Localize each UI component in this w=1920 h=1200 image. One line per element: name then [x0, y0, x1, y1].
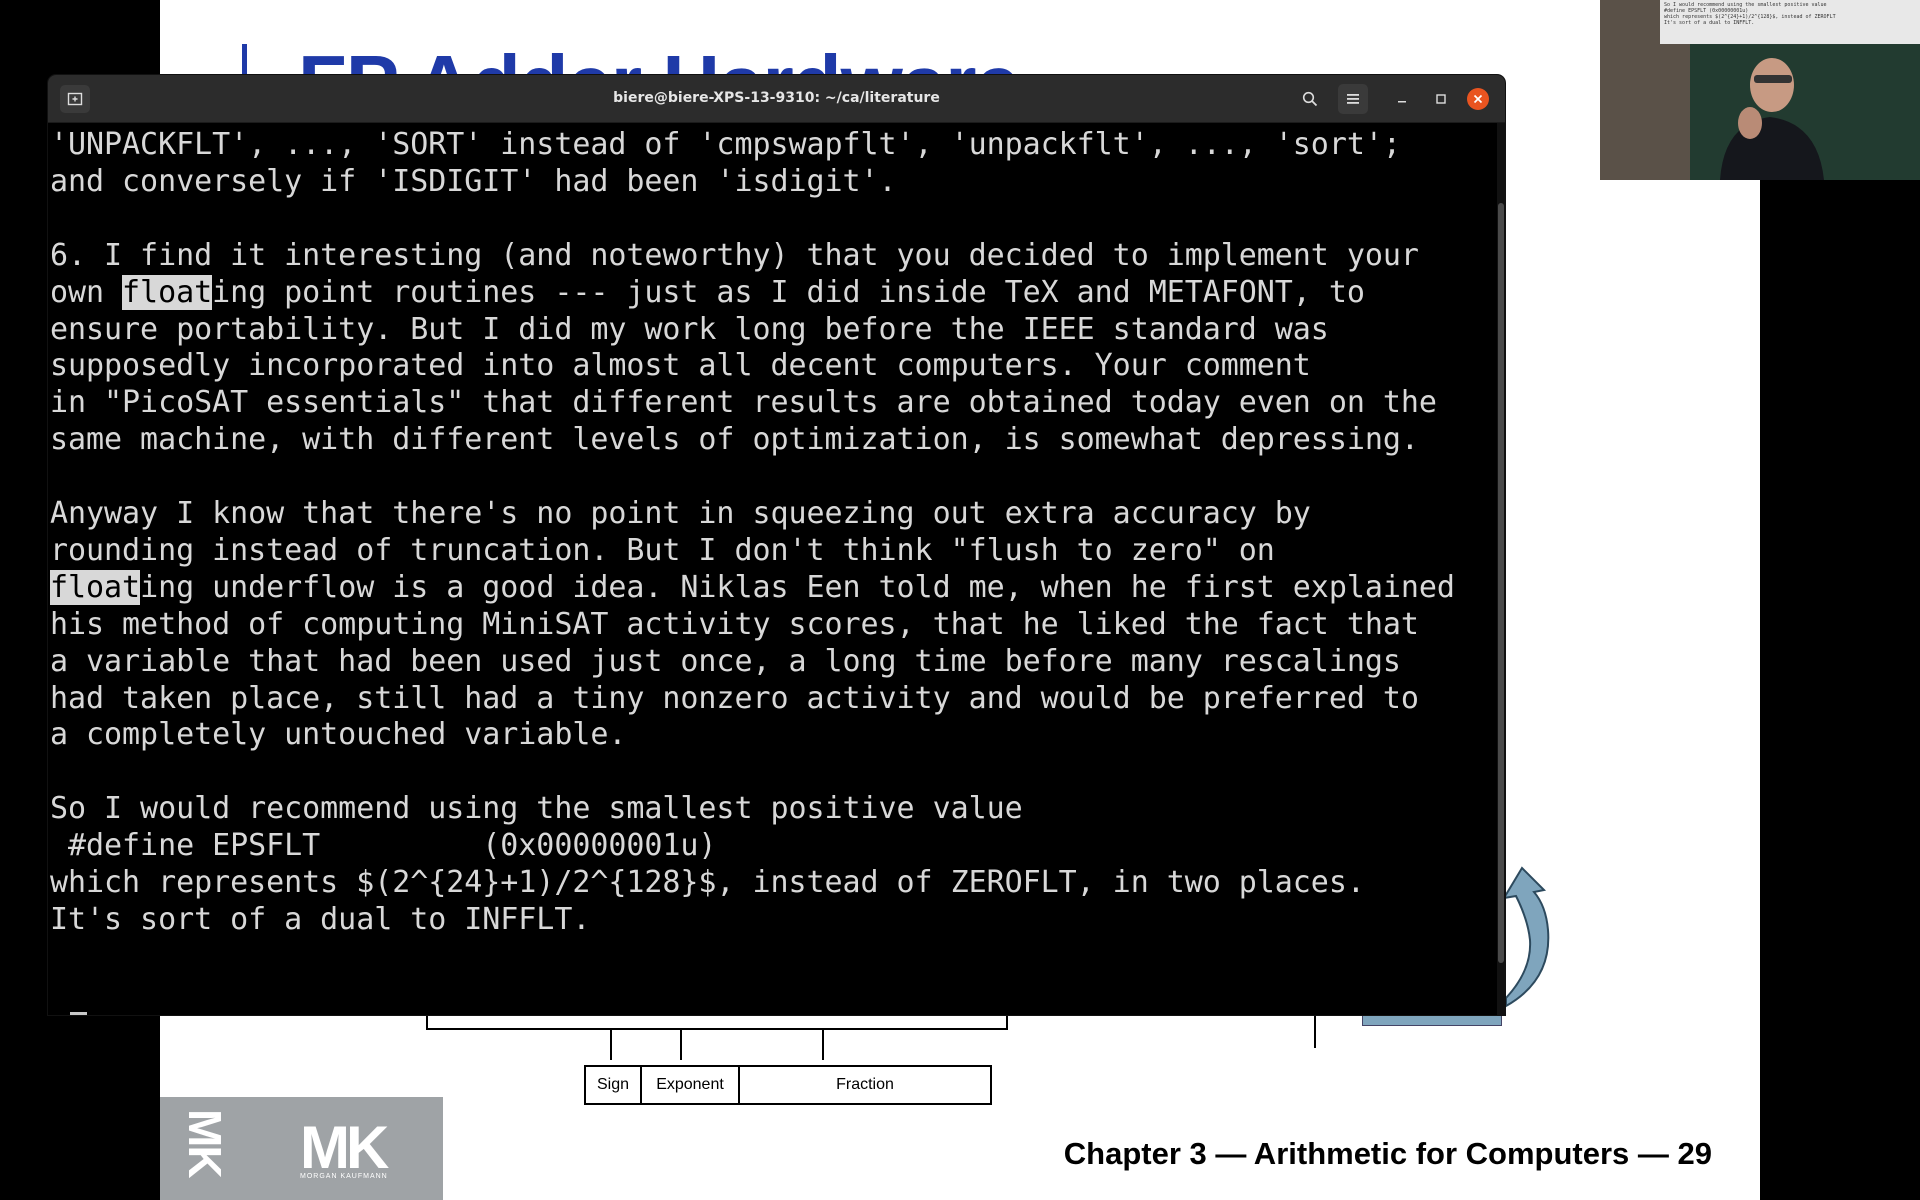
close-icon: [1473, 94, 1483, 104]
line-text: in "PicoSAT essentials" that different r…: [50, 385, 1437, 421]
line-text: It's sort of a dual to INFFLT.: [50, 901, 591, 937]
format-sign-field: Sign: [586, 1067, 642, 1103]
pager-prompt[interactable]: :: [50, 1012, 88, 1015]
window-title: biere@biere-XPS-13-9310: ~/ca/literature: [613, 90, 940, 106]
publisher-name: MORGAN KAUFMANN: [300, 1173, 388, 1180]
terminal-line: #define EPSFLT (0x00000001u): [50, 828, 1505, 865]
terminal-line: It's sort of a dual to INFFLT.: [50, 902, 1505, 939]
terminal-text: 'UNPACKFLT', ..., 'SORT' instead of 'cmp…: [50, 127, 1505, 939]
hamburger-menu-icon: [1347, 94, 1359, 104]
line-text: same machine, with different levels of o…: [50, 422, 1419, 458]
terminal-line: a completely untouched variable.: [50, 717, 1505, 754]
search-icon: [1302, 91, 1318, 107]
terminal-line: same machine, with different levels of o…: [50, 422, 1505, 459]
line-text: So I would recommend using the smallest …: [50, 791, 1023, 827]
terminal-line: which represents $(2^{24}+1)/2^{128}$, i…: [50, 865, 1505, 902]
terminal-line: floating underflow is a good idea. Nikla…: [50, 569, 1505, 607]
line-text: 6. I find it interesting (and noteworthy…: [50, 237, 1419, 273]
slide-footer-chapter: Chapter 3 — Arithmetic for Computers — 2…: [1063, 1136, 1712, 1171]
loop-arrow-icon: [1502, 866, 1550, 1008]
scrollbar-thumb[interactable]: [1498, 203, 1504, 963]
line-text: own: [50, 274, 123, 310]
line-text: #define EPSFLT (0x00000001u): [50, 828, 717, 864]
terminal-line: a variable that had been used just once,…: [50, 644, 1505, 681]
format-exponent-field: Exponent: [642, 1067, 740, 1103]
terminal-line: 6. I find it interesting (and noteworthy…: [50, 238, 1505, 275]
prompt-char: :: [50, 1013, 68, 1015]
close-button[interactable]: [1467, 88, 1489, 110]
line-text: a completely untouched variable.: [50, 717, 627, 753]
line-text: ing point routines --- just as I did ins…: [212, 274, 1365, 310]
fp-format-box: Sign Exponent Fraction: [584, 1065, 992, 1105]
line-text: and conversely if 'ISDIGIT' had been 'is…: [50, 163, 897, 199]
publisher-logo-panel: MK MK MORGAN KAUFMANN: [160, 1097, 443, 1200]
terminal-line: own floating point routines --- just as …: [50, 274, 1505, 312]
terminal-line: in "PicoSAT essentials" that different r…: [50, 385, 1505, 422]
line-text: which represents $(2^{24}+1)/2^{128}$, i…: [50, 865, 1365, 901]
terminal-line: So I would recommend using the smallest …: [50, 791, 1505, 828]
line-text: had taken place, still had a tiny nonzer…: [50, 680, 1419, 716]
terminal-line: Anyway I know that there's no point in s…: [50, 496, 1505, 533]
terminal-window[interactable]: biere@biere-XPS-13-9310: ~/ca/literature: [48, 75, 1505, 1015]
projector-screen: So I would recommend using the smallest …: [1660, 0, 1920, 44]
line-text: a variable that had been used just once,…: [50, 643, 1401, 679]
mk-logo: MK: [300, 1114, 389, 1181]
text-cursor: [70, 1012, 88, 1015]
line-text: Anyway I know that there's no point in s…: [50, 496, 1311, 532]
line-text: ing underflow is a good idea. Niklas Een…: [140, 569, 1455, 605]
terminal-scrollbar[interactable]: [1497, 123, 1505, 1015]
search-highlight: float: [50, 569, 141, 605]
search-button[interactable]: [1295, 84, 1325, 114]
line-text: rounding instead of truncation. But I do…: [50, 532, 1275, 568]
search-highlight: float: [122, 274, 213, 310]
line-text: 'UNPACKFLT', ..., 'SORT' instead of 'cmp…: [50, 127, 1401, 162]
terminal-header-bar[interactable]: biere@biere-XPS-13-9310: ~/ca/literature: [48, 75, 1505, 123]
format-fraction-field: Fraction: [836, 1076, 894, 1093]
mk-vertical-logo: MK: [179, 1109, 231, 1177]
line-text: supposedly incorporated into almost all …: [50, 348, 1311, 384]
line-text: ensure portability. But I did my work lo…: [50, 311, 1329, 347]
terminal-line: ensure portability. But I did my work lo…: [50, 312, 1505, 349]
terminal-line: had taken place, still had a tiny nonzer…: [50, 681, 1505, 718]
new-tab-button[interactable]: [60, 85, 90, 113]
line-text: his method of computing MiniSAT activity…: [50, 606, 1419, 642]
terminal-line: and conversely if 'ISDIGIT' had been 'is…: [50, 164, 1505, 201]
minimize-icon: [1398, 101, 1406, 103]
webcam-video: So I would recommend using the smallest …: [1600, 0, 1920, 180]
terminal-line: supposedly incorporated into almost all …: [50, 348, 1505, 385]
terminal-content[interactable]: 'UNPACKFLT', ..., 'SORT' instead of 'cmp…: [48, 123, 1505, 1015]
maximize-icon: [1436, 94, 1446, 104]
menu-button[interactable]: [1338, 84, 1368, 114]
maximize-button[interactable]: [1426, 84, 1456, 114]
terminal-line: 'UNPACKFLT', ..., 'SORT' instead of 'cmp…: [50, 127, 1505, 164]
new-tab-icon: [67, 92, 83, 106]
presenter-figure: [1720, 58, 1824, 180]
terminal-line: his method of computing MiniSAT activity…: [50, 607, 1505, 644]
minimize-button[interactable]: [1387, 84, 1417, 114]
terminal-line: rounding instead of truncation. But I do…: [50, 533, 1505, 570]
